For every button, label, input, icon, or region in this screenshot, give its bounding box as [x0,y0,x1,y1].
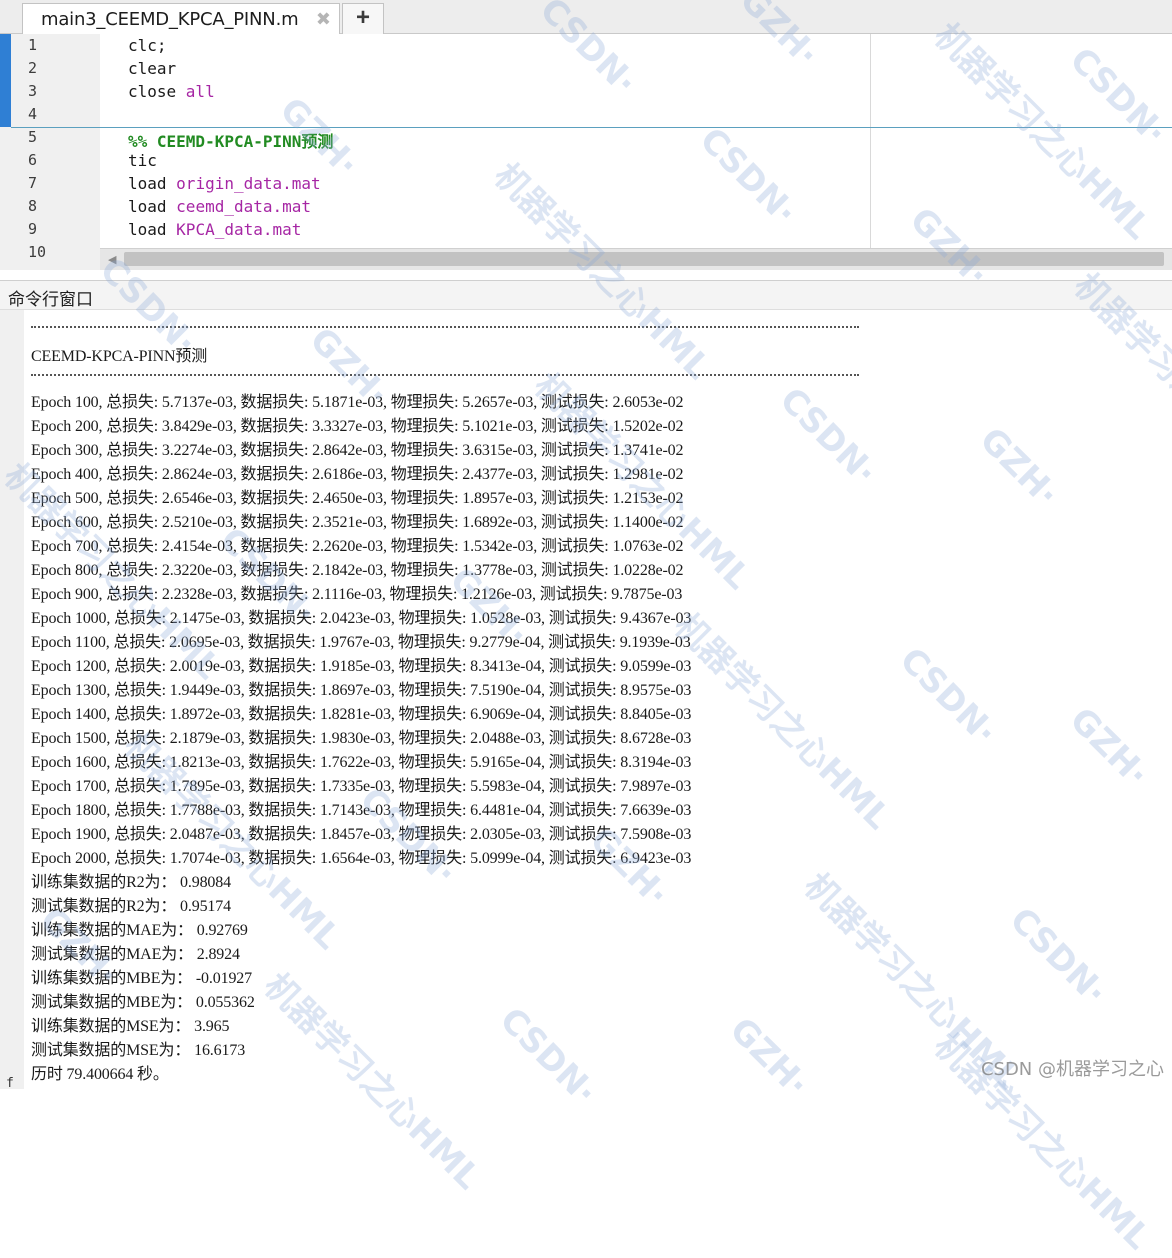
csdn-footer-watermark: CSDN @机器学习之心 [980,1059,1164,1080]
code-token: origin_data.mat [176,174,321,193]
code-token: KPCA_data.mat [176,220,302,239]
editor-tab-main3[interactable]: main3_CEEMD_KPCA_PINN.m ✖ [22,3,340,34]
metric-line: 训练集数据的MBE为： -0.01927 [31,970,253,987]
code-line[interactable]: clc; [128,36,167,55]
epoch-log-line: Epoch 800, 总损失: 2.3220e-03, 数据损失: 2.1842… [31,562,684,579]
close-icon[interactable]: ✖ [316,9,331,30]
epoch-log-line: Epoch 2000, 总损失: 1.7074e-03, 数据损失: 1.656… [31,850,692,867]
command-window-title: 命令行窗口 [8,290,93,310]
metric-line: 训练集数据的R2为： 0.98084 [31,874,231,891]
code-token: load [128,220,177,239]
metric-line: 历时 79.400664 秒。 [31,1066,169,1083]
code-line[interactable]: tic [128,151,157,170]
line-number: 9 [28,220,38,238]
code-line[interactable]: load ceemd_data.mat [128,197,311,216]
epoch-log-line: Epoch 100, 总损失: 5.7137e-03, 数据损失: 5.1871… [31,394,684,411]
metric-line: 训练集数据的MSE为： 3.965 [31,1018,230,1035]
horizontal-scrollbar[interactable]: ◀ [100,248,1172,270]
code-line[interactable]: load KPCA_data.mat [128,220,301,239]
metric-line: 测试集数据的MSE为： 16.6173 [31,1042,246,1059]
line-number: 7 [28,174,38,192]
command-window[interactable]: f CEEMD-KPCA-PINN预测 Epoch 100, 总损失: 5.71… [0,310,1172,1091]
editor-tab-bar: main3_CEEMD_KPCA_PINN.m ✖ + [0,0,1172,34]
code-token: tic [128,151,157,170]
code-line[interactable]: clear [128,59,176,78]
epoch-log-line: Epoch 1400, 总损失: 1.8972e-03, 数据损失: 1.828… [31,706,692,723]
line-number: 6 [28,151,38,169]
line-number: 2 [28,59,38,77]
line-number: 3 [28,82,38,100]
epoch-log-line: Epoch 600, 总损失: 2.5210e-03, 数据损失: 2.3521… [31,514,684,531]
epoch-log-line: Epoch 900, 总损失: 2.2328e-03, 数据损失: 2.1116… [31,586,683,603]
code-token: all [185,82,215,101]
command-window-margin: f [0,310,24,1091]
epoch-log-line: Epoch 400, 总损失: 2.8624e-03, 数据损失: 2.6186… [31,466,684,483]
metric-line: 测试集数据的MBE为： 0.055362 [31,994,255,1011]
code-token: load [128,197,177,216]
code-token: clc; [128,36,167,55]
epoch-log-line: Epoch 1000, 总损失: 2.1475e-03, 数据损失: 2.042… [31,610,692,627]
epoch-log-line: Epoch 1600, 总损失: 1.8213e-03, 数据损失: 1.762… [31,754,692,771]
code-line[interactable]: %% CEEMD-KPCA-PINN预测 [128,128,333,152]
command-window-header: 命令行窗口 [0,280,1172,310]
line-number: 8 [28,197,38,215]
plus-icon: + [355,4,370,31]
code-token: load [128,174,177,193]
epoch-log-line: Epoch 200, 总损失: 3.8429e-03, 数据损失: 3.3327… [31,418,684,435]
line-number: 4 [28,105,38,123]
scroll-left-icon[interactable]: ◀ [108,253,116,266]
epoch-log-line: Epoch 500, 总损失: 2.6546e-03, 数据损失: 2.4650… [31,490,684,507]
epoch-log-line: Epoch 300, 总损失: 3.2274e-03, 数据损失: 2.8642… [31,442,684,459]
epoch-log-line: Epoch 700, 总损失: 2.4154e-03, 数据损失: 2.2620… [31,538,684,555]
epoch-log-line: Epoch 1800, 总损失: 1.7788e-03, 数据损失: 1.714… [31,802,692,819]
code-editor[interactable]: 1 2 3 4 5 6 7 8 9 10 clc; clear close all %% CEEMD-K… [0,34,1172,270]
code-line[interactable]: load origin_data.mat [128,174,321,193]
code-token: ceemd_data.mat [176,197,312,216]
line-number: 1 [28,36,38,54]
tab-title: main3_CEEMD_KPCA_PINN.m [41,9,299,30]
output-heading: CEEMD-KPCA-PINN预测 [31,348,208,365]
line-number: 10 [28,243,47,261]
dotted-separator [31,374,859,376]
code-token: close [128,82,186,101]
epoch-log-line: Epoch 1300, 总损失: 1.9449e-03, 数据损失: 1.869… [31,682,692,699]
scrollbar-thumb[interactable] [124,252,1164,266]
epoch-log-line: Epoch 1100, 总损失: 2.0695e-03, 数据损失: 1.976… [31,634,691,651]
epoch-log-line: Epoch 1200, 总损失: 2.0019e-03, 数据损失: 1.918… [31,658,692,675]
modified-lines-marker [0,34,11,127]
code-token: clear [128,59,177,78]
new-tab-button[interactable]: + [342,3,384,34]
line-number: 5 [28,128,38,146]
epoch-log-line: Epoch 1500, 总损失: 2.1879e-03, 数据损失: 1.983… [31,730,692,747]
right-margin-guide [870,34,871,248]
epoch-log-line: Epoch 1700, 总损失: 1.7895e-03, 数据损失: 1.733… [31,778,692,795]
epoch-log-line: Epoch 1900, 总损失: 2.0487e-03, 数据损失: 1.845… [31,826,692,843]
metric-line: 测试集数据的MAE为： 2.8924 [31,946,240,963]
code-line[interactable]: close all [128,82,215,101]
section-title: %% CEEMD-KPCA-PINN预测 [128,132,334,151]
metric-line: 测试集数据的R2为： 0.95174 [31,898,231,915]
metric-line: 训练集数据的MAE为： 0.92769 [31,922,248,939]
line-number-gutter: 1 2 3 4 5 6 7 8 9 10 [0,34,100,270]
dotted-separator [31,326,859,328]
